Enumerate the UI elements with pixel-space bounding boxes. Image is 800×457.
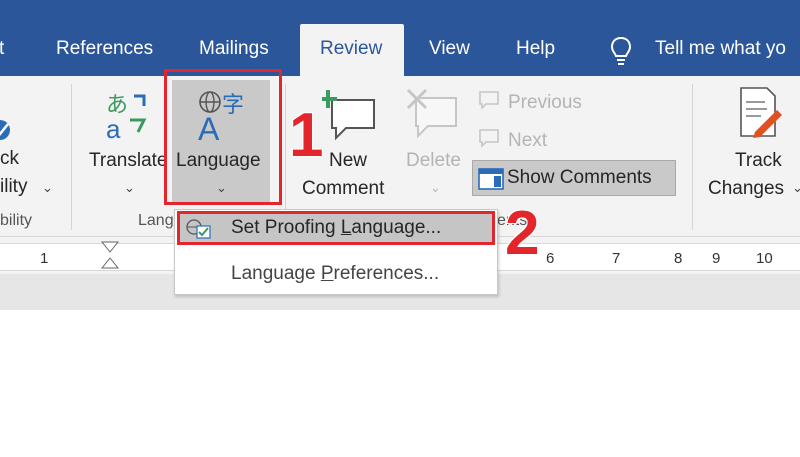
menu-item-language-preferences-label: Language Preferences... xyxy=(231,263,440,284)
tab-format-fragment[interactable]: t xyxy=(0,38,4,60)
chevron-down-icon: ⌄ xyxy=(430,180,441,195)
previous-comment-icon xyxy=(479,91,499,110)
new-comment-icon xyxy=(322,90,375,141)
next-comment-icon xyxy=(479,129,499,148)
next-button[interactable]: Next xyxy=(508,130,547,152)
track-changes-label-line2[interactable]: Changes xyxy=(708,178,784,200)
chevron-down-icon: ⌄ xyxy=(792,180,800,195)
accessibility-icon xyxy=(0,120,10,140)
lightbulb-icon xyxy=(610,36,632,65)
show-comments-icon xyxy=(478,168,504,190)
document-page[interactable] xyxy=(0,310,800,457)
annotation-box-language xyxy=(164,69,282,205)
ruler-number: 1 xyxy=(40,250,49,267)
check-accessibility-label-bottom[interactable]: ility xyxy=(0,176,27,198)
group-accessibility-label: bility xyxy=(0,212,33,229)
svg-text:a: a xyxy=(106,114,121,142)
indent-marker[interactable] xyxy=(100,240,120,274)
translate-icon: あ a xyxy=(104,90,150,144)
new-comment-label-line1[interactable]: New xyxy=(329,150,367,172)
check-accessibility-label-top[interactable]: ck xyxy=(0,148,19,170)
group-language-label: Lang xyxy=(138,212,174,229)
tab-references[interactable]: References xyxy=(56,38,153,60)
delete-comment-icon xyxy=(406,88,457,139)
previous-button[interactable]: Previous xyxy=(508,92,582,114)
ruler-number: 6 xyxy=(546,250,555,267)
chevron-down-icon: ⌄ xyxy=(124,180,135,195)
ribbon-tab-bar: t References Mailings Review View Help T… xyxy=(0,0,800,78)
tell-me-search[interactable]: Tell me what yo xyxy=(655,38,786,60)
ruler-number: 7 xyxy=(612,250,621,267)
tab-help[interactable]: Help xyxy=(516,38,555,60)
chevron-down-icon: ⌄ xyxy=(42,180,53,195)
show-comments-label: Show Comments xyxy=(507,167,652,188)
group-divider xyxy=(692,84,693,230)
annotation-box-set-proofing xyxy=(177,211,495,245)
new-comment-label-line2[interactable]: Comment xyxy=(302,178,384,200)
tab-review[interactable]: Review xyxy=(300,24,404,78)
ruler-number: 9 xyxy=(712,250,721,267)
tab-view[interactable]: View xyxy=(429,38,470,60)
tab-mailings[interactable]: Mailings xyxy=(199,38,269,60)
annotation-step-1: 1 xyxy=(289,101,324,170)
menu-item-language-preferences[interactable]: Language Preferences... xyxy=(175,256,497,290)
group-divider xyxy=(71,84,72,230)
ruler-number: 8 xyxy=(674,250,683,267)
ruler-number: 10 xyxy=(756,250,773,267)
track-changes-icon xyxy=(740,87,782,138)
delete-button[interactable]: Delete xyxy=(406,150,461,172)
tab-review-label: Review xyxy=(320,38,383,59)
show-comments-button[interactable]: Show Comments xyxy=(472,160,676,196)
translate-button[interactable]: Translate xyxy=(89,150,168,172)
annotation-step-2: 2 xyxy=(505,199,540,268)
track-changes-label-line1[interactable]: Track xyxy=(735,150,782,172)
